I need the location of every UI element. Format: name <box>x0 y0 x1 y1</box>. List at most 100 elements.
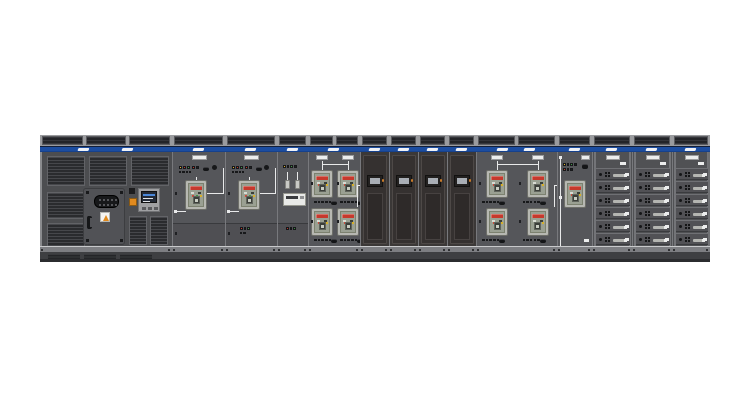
brand-logo-icon <box>455 148 467 151</box>
air-circuit-breaker <box>527 170 549 198</box>
mcc-drawer <box>596 168 630 180</box>
breaker-crank-socket <box>494 222 501 230</box>
nameplate-label <box>532 155 544 160</box>
drive-hmi-screen <box>370 178 380 184</box>
breaker-face <box>314 211 330 233</box>
connector-pin <box>99 204 101 206</box>
drawer-lamp <box>605 224 607 226</box>
section-drive-cabinet-1 <box>360 152 389 246</box>
section-acb-bay-1 <box>172 152 225 246</box>
drive-power-button <box>411 179 414 182</box>
warning-label <box>100 212 110 222</box>
rail-bolt <box>356 249 358 251</box>
drawer-lamp <box>648 224 650 226</box>
connector-pin <box>107 204 109 206</box>
drawer-latch-knob <box>679 225 682 228</box>
indicator-lamp <box>192 166 195 169</box>
nameplate-label <box>646 155 660 160</box>
drawer-lamp <box>648 172 650 174</box>
roof-vent-louver <box>279 136 306 145</box>
drawer-lamp <box>648 214 650 216</box>
drawer-lamp <box>688 172 690 174</box>
drawer-label <box>665 186 669 189</box>
brand-logo-icon <box>368 148 380 151</box>
drawer-lamp <box>608 185 610 187</box>
breaker-crank-face <box>347 187 350 190</box>
rail-bolt <box>588 249 590 251</box>
rail-bolt <box>309 249 311 251</box>
drawer-lamp <box>688 227 690 229</box>
drawer-latch-knob <box>679 173 682 176</box>
rail-bolt <box>633 249 635 251</box>
breaker-crank-socket <box>319 184 326 192</box>
mimic-line <box>287 172 288 180</box>
air-circuit-breaker <box>311 208 333 236</box>
indicator-lamp <box>534 239 537 242</box>
lower-door <box>173 223 226 246</box>
mcc-drawer <box>636 168 670 180</box>
drawer-lamp <box>605 227 607 229</box>
drawer-label <box>703 212 707 215</box>
breaker-rating-label <box>342 176 354 180</box>
roof-vent-louver <box>518 136 555 145</box>
rail-bolt <box>706 249 708 251</box>
drawer-lamp <box>648 237 650 239</box>
breaker-crank-socket <box>572 194 579 202</box>
indicator-lamp <box>534 201 537 204</box>
connector-pin <box>103 204 105 206</box>
indicator-lamp <box>244 227 247 230</box>
indicator-lamp <box>567 168 570 171</box>
drive-power-button <box>382 179 385 182</box>
indicator-lamp <box>523 201 526 204</box>
drawer-latch-knob <box>599 225 602 228</box>
drawer-latch-knob <box>639 173 642 176</box>
rail-bolt <box>477 249 479 251</box>
door-screw <box>86 191 89 194</box>
indicator-lamp <box>570 168 573 171</box>
drawer-latch-knob <box>639 199 642 202</box>
section-mcc-section-2 <box>632 152 672 246</box>
mimic-line <box>560 157 561 246</box>
drawer-lamp <box>608 224 610 226</box>
indicator-lamp <box>314 201 317 204</box>
section-mcc-section-3 <box>672 152 710 246</box>
rail-bolt <box>558 249 560 251</box>
door-hinge <box>311 182 313 185</box>
mimic-line <box>275 168 276 194</box>
door-handle <box>87 216 92 229</box>
drawer-lamp <box>608 211 610 213</box>
drawer-lamp <box>605 175 607 177</box>
breaker-rating-label <box>316 214 328 218</box>
breaker-lamp <box>200 195 202 197</box>
section-acb-bay-2 <box>225 152 277 246</box>
ventilation-louver <box>150 216 168 245</box>
brand-logo-icon <box>397 148 409 151</box>
drive-hmi-screen <box>399 178 409 184</box>
meter-button <box>148 207 152 210</box>
breaker-rating-label <box>243 186 255 190</box>
drawer-lamp <box>605 240 607 242</box>
door-screw <box>120 191 123 194</box>
drawer-lamp <box>685 172 687 174</box>
roof-vent-louver <box>86 136 127 145</box>
breaker-rating-label <box>569 186 581 190</box>
drawer-latch-knob <box>639 225 642 228</box>
indicator-lamp <box>245 166 248 169</box>
drawer-lamp <box>685 188 687 190</box>
drive-lower-panel <box>396 193 412 240</box>
fuse-holder <box>285 180 290 189</box>
indicator-lamp <box>179 166 182 169</box>
drawer-lamp <box>648 201 650 203</box>
drawer-label <box>703 199 707 202</box>
connector-pin <box>115 204 117 206</box>
drawer-latch-knob <box>639 186 642 189</box>
drawer-lamp <box>645 214 647 216</box>
indicator-lamp <box>247 227 250 230</box>
mimic-line <box>249 177 250 181</box>
drawer-lamp <box>648 198 650 200</box>
indicator-lamp <box>232 171 234 173</box>
indicator-lamp <box>325 239 328 242</box>
relay-display <box>286 196 298 199</box>
drawer-label <box>625 238 629 241</box>
door-hinge <box>228 192 230 195</box>
